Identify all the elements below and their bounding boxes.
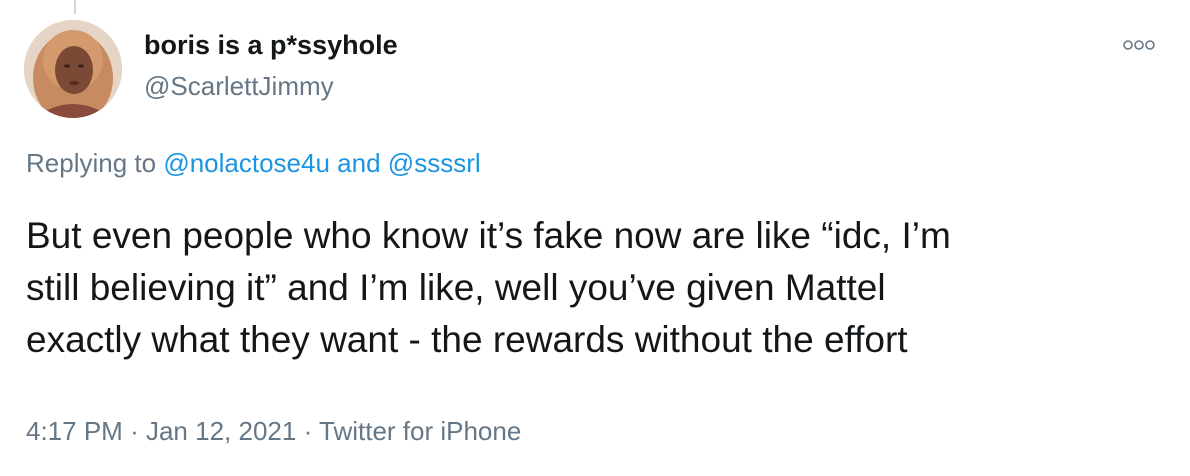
more-options-icon[interactable] xyxy=(1116,30,1162,60)
replying-to-label: Replying to xyxy=(26,148,157,178)
tweet-source[interactable]: Twitter for iPhone xyxy=(319,416,521,446)
tweet-metadata: 4:17 PM · Jan 12, 2021 · Twitter for iPh… xyxy=(26,414,521,448)
reply-conjunction[interactable]: and xyxy=(337,148,380,178)
avatar[interactable] xyxy=(24,20,122,118)
mention-link-nolactose4u[interactable]: @nolactose4u xyxy=(163,148,330,178)
tweet-time[interactable]: 4:17 PM xyxy=(26,416,123,446)
reply-context: Replying to @nolactose4u and @ssssrl xyxy=(26,146,481,180)
user-handle[interactable]: @ScarlettJimmy xyxy=(144,69,334,103)
meta-separator: · xyxy=(303,416,313,446)
thread-connector-line xyxy=(74,0,76,14)
tweet-date[interactable]: Jan 12, 2021 xyxy=(146,416,296,446)
display-name[interactable]: boris is a p*ssyhole xyxy=(144,28,398,62)
mention-link-ssssrl[interactable]: @ssssrl xyxy=(388,148,481,178)
meta-separator: · xyxy=(130,416,139,446)
tweet-text: But even people who know it’s fake now a… xyxy=(26,215,951,360)
